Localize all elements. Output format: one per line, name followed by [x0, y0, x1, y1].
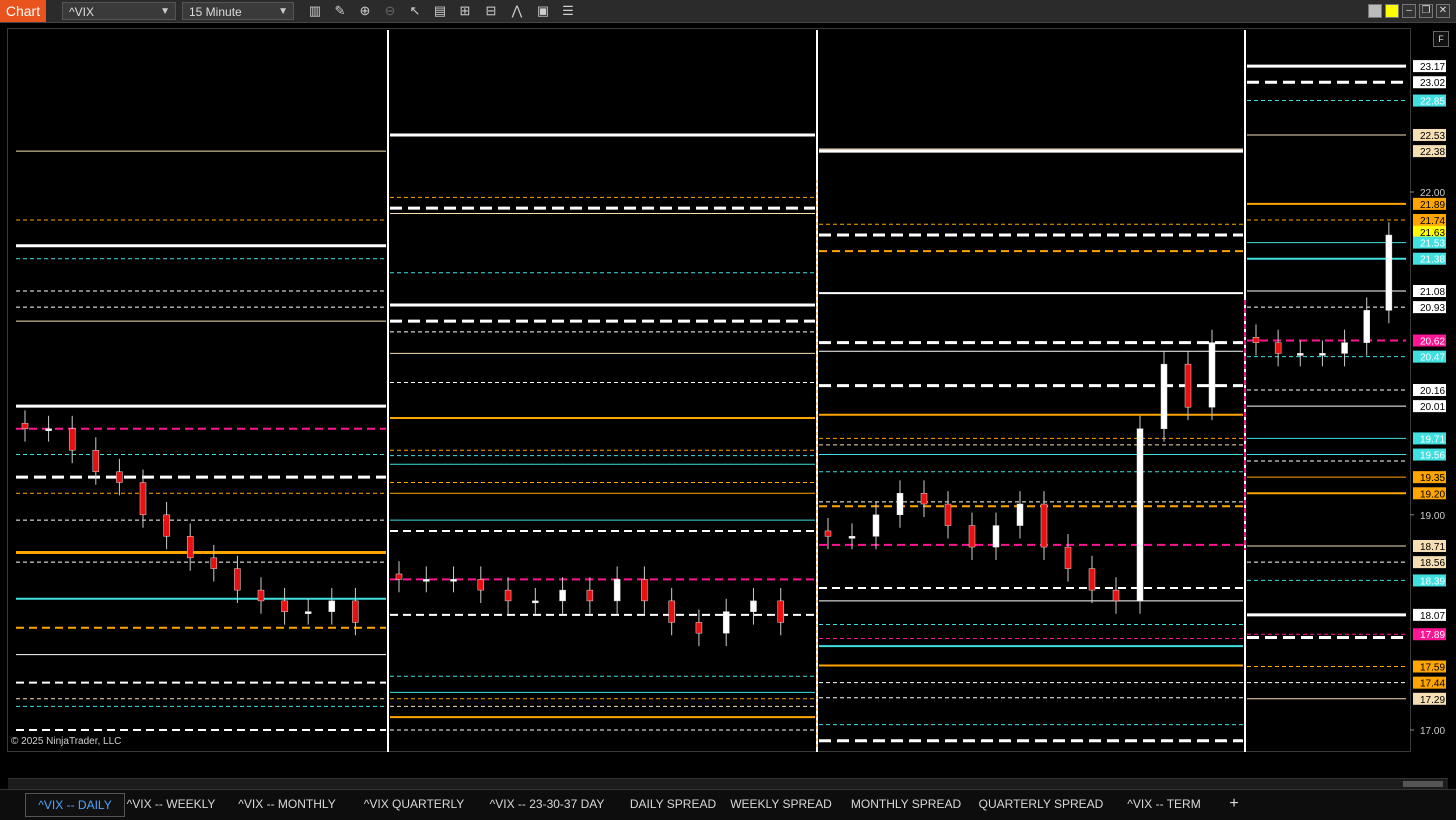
tab-vix-monthly[interactable]: ^VIX -- MONTHLY — [229, 793, 345, 815]
chevron-down-icon: ▼ — [278, 6, 288, 17]
copyright-text: © 2025 NinjaTrader, LLC — [11, 736, 122, 747]
chevron-down-icon: ▼ — [160, 6, 170, 17]
data-box-icon[interactable]: ⊞ — [455, 2, 475, 20]
bar-type-icon[interactable]: ▥ — [305, 2, 325, 20]
pointer-icon[interactable]: ↖ — [405, 2, 425, 20]
chart-trader-icon[interactable]: ⊟ — [481, 2, 501, 20]
tab-monthly-spread[interactable]: MONTHLY SPREAD — [846, 793, 966, 815]
close-icon[interactable]: ✕ — [1436, 4, 1450, 18]
tab-bar: ^VIX -- DAILY ^VIX -- WEEKLY ^VIX -- MON… — [0, 789, 1456, 820]
zoom-in-icon[interactable]: ⊕ — [355, 2, 375, 20]
tab-vix-23-30-37-day[interactable]: ^VIX -- 23-30-37 DAY — [483, 793, 611, 815]
theme-icon[interactable] — [1368, 4, 1382, 18]
minimize-icon[interactable]: – — [1402, 4, 1416, 18]
restore-icon[interactable]: ❐ — [1419, 4, 1433, 18]
interval-value: 15 Minute — [189, 5, 242, 19]
time-axis[interactable] — [0, 752, 1456, 778]
draw-pencil-icon[interactable]: ✎ — [330, 2, 350, 20]
chart-panel[interactable] — [7, 28, 1411, 752]
link-icon[interactable] — [1385, 4, 1399, 18]
tab-vix-quarterly[interactable]: ^VIX QUARTERLY — [355, 793, 473, 815]
tab-vix-term[interactable]: ^VIX -- TERM — [1120, 793, 1208, 815]
tab-weekly-spread[interactable]: WEEKLY SPREAD — [730, 793, 832, 815]
tab-quarterly-spread[interactable]: QUARTERLY SPREAD — [978, 793, 1104, 815]
add-tab-button[interactable]: + — [1222, 793, 1246, 815]
tab-vix-daily[interactable]: ^VIX -- DAILY — [25, 793, 125, 817]
interval-selector[interactable]: 15 Minute ▼ — [182, 2, 294, 20]
toolbar: Chart ^VIX ▼ 15 Minute ▼ ▥ ✎ ⊕ ⊖ ↖ ▤ ⊞ ⊟… — [0, 0, 1456, 23]
strategies-icon[interactable]: ▣ — [533, 2, 553, 20]
instrument-value: ^VIX — [69, 5, 94, 19]
properties-icon[interactable]: ▤ — [430, 2, 450, 20]
indicators-icon[interactable]: ⋀ — [507, 2, 527, 20]
horizontal-scrollbar[interactable] — [8, 778, 1448, 789]
zoom-out-icon[interactable]: ⊖ — [380, 2, 400, 20]
f-button[interactable]: F — [1433, 31, 1449, 47]
scrollbar-thumb[interactable] — [1403, 781, 1443, 787]
templates-icon[interactable]: ☰ — [558, 2, 578, 20]
instrument-selector[interactable]: ^VIX ▼ — [62, 2, 176, 20]
price-axis[interactable] — [1411, 28, 1456, 752]
app-title[interactable]: Chart — [0, 0, 46, 22]
tab-vix-weekly[interactable]: ^VIX -- WEEKLY — [123, 793, 219, 815]
tab-daily-spread[interactable]: DAILY SPREAD — [625, 793, 721, 815]
